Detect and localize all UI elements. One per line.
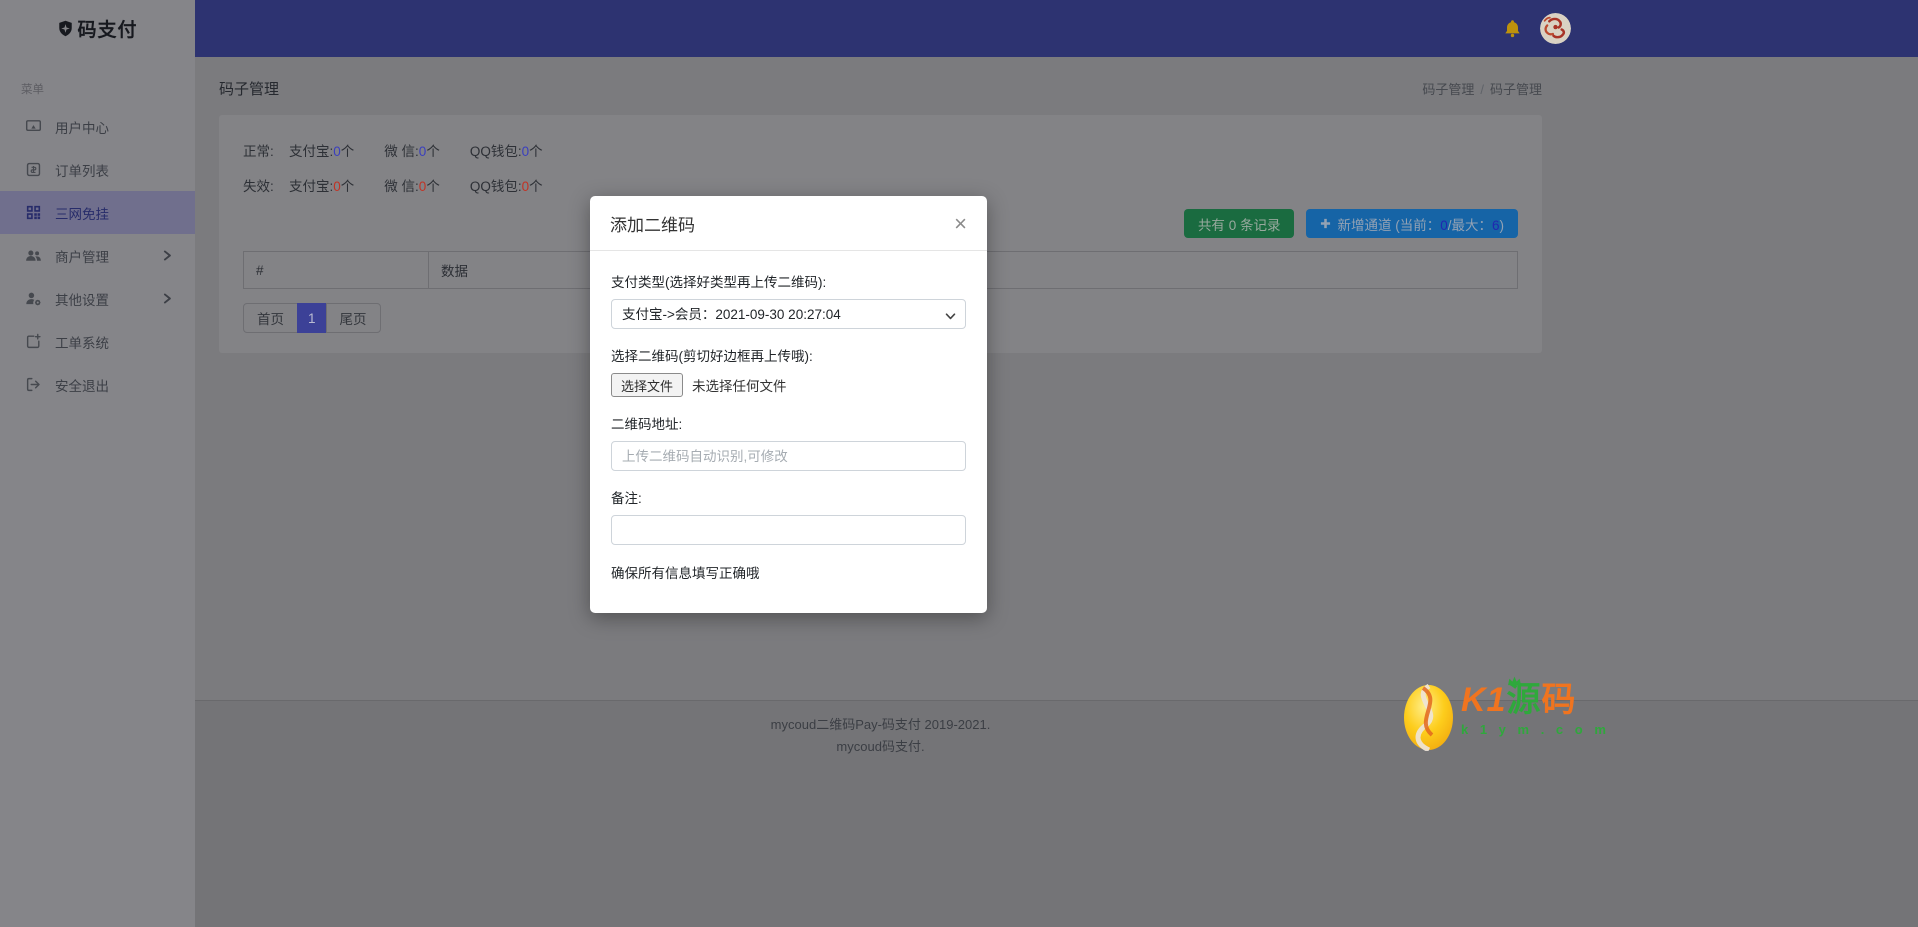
plus-icon <box>1320 218 1331 229</box>
current-channel-count: 0 <box>1440 217 1448 233</box>
note-input[interactable] <box>611 515 966 545</box>
sidebar-item-label: 三网免挂 <box>55 206 109 222</box>
stat-alipay-count: 0 <box>333 179 341 194</box>
stat-qq: QQ钱包:0个 <box>469 144 543 159</box>
user-avatar[interactable] <box>1540 13 1571 44</box>
sidebar-item-three-net[interactable]: 三网免挂 <box>0 191 195 234</box>
breadcrumb: 码子管理 / 码子管理 <box>1422 79 1542 98</box>
watermark-domain: k 1 y m . c o m <box>1461 722 1610 737</box>
monitor-icon <box>25 118 42 135</box>
stats-row-normal: 正常: 支付宝:0个 微 信:0个 QQ钱包:0个 <box>243 139 1518 161</box>
stat-alipay-count: 0 <box>333 144 341 159</box>
stat-qq: QQ钱包:0个 <box>469 179 543 194</box>
pagination-page-1[interactable]: 1 <box>297 303 327 333</box>
stat-qq-count: 0 <box>521 144 530 159</box>
ticket-icon <box>25 333 42 350</box>
qrcode-icon <box>25 204 42 221</box>
sidebar-item-label: 用户中心 <box>55 120 109 136</box>
logout-icon <box>25 376 42 393</box>
choose-file-button[interactable]: 选择文件 <box>611 373 684 397</box>
records-count-button[interactable]: 共有 0 条记录 <box>1183 209 1295 238</box>
breadcrumb-separator: / <box>1480 81 1484 97</box>
app-logo-text: 码支付 <box>77 20 138 41</box>
stat-row-label: 正常: <box>243 144 274 159</box>
sidebar-item-user-center[interactable]: 用户中心 <box>0 105 195 148</box>
qr-address-label: 二维码地址: <box>611 417 683 432</box>
k1-egg-logo-icon <box>1403 683 1454 753</box>
top-header <box>195 0 1918 57</box>
file-status-text: 未选择任何文件 <box>692 379 787 394</box>
max-channel-count: 6 <box>1491 217 1500 233</box>
main-content: 码子管理 码子管理 / 码子管理 正常: 支付宝:0个 微 信:0个 QQ钱包:0个… <box>195 57 1918 927</box>
stats-row-invalid: 失效: 支付宝:0个 微 信:0个 QQ钱包:0个 <box>243 174 1518 196</box>
stat-alipay: 支付宝:0个 <box>289 179 355 194</box>
crown-icon <box>1507 673 1522 686</box>
stat-wechat: 微 信:0个 <box>384 144 440 159</box>
page-title: 码子管理 <box>219 80 280 98</box>
user-gear-icon <box>25 290 42 307</box>
close-icon[interactable]: × <box>954 212 967 234</box>
shield-star-icon <box>57 20 74 37</box>
breadcrumb-current: 码子管理 <box>1489 81 1542 97</box>
app-window: 码支付 菜单 用户中心 订单列表 三网免挂 商户管理 其他设置 工单系统 安全退… <box>0 0 1918 927</box>
sidebar-item-ticket-system[interactable]: 工单系统 <box>0 320 195 363</box>
pagination: 首页 1 尾页 <box>243 303 381 333</box>
stat-wechat: 微 信:0个 <box>384 179 440 194</box>
sidebar-item-label: 其他设置 <box>55 292 109 308</box>
watermark: K1源码 k 1 y m . c o m <box>1403 677 1610 753</box>
footer-line-1: mycoud二维码Pay-码支付 2019-2021. <box>770 717 991 732</box>
pagination-last[interactable]: 尾页 <box>325 303 381 333</box>
stat-row-label: 失效: <box>243 179 274 194</box>
qr-address-input[interactable] <box>611 441 966 471</box>
add-qrcode-modal: 添加二维码 × 支付类型(选择好类型再上传二维码): 支付宝->会员：2021-… <box>590 196 987 613</box>
order-list-icon <box>25 161 42 178</box>
bell-icon[interactable] <box>1503 19 1522 38</box>
sidebar-item-label: 订单列表 <box>55 163 109 179</box>
sidebar-item-merchants[interactable]: 商户管理 <box>0 234 195 277</box>
qr-select-label: 选择二维码(剪切好边框再上传哦): <box>611 349 813 364</box>
sidebar-item-logout[interactable]: 安全退出 <box>0 363 195 406</box>
modal-hint-text: 确保所有信息填写正确哦 <box>611 566 760 581</box>
footer-line-2: mycoud码支付. <box>836 739 925 755</box>
note-label: 备注: <box>611 491 642 506</box>
stat-alipay: 支付宝:0个 <box>289 144 355 159</box>
chevron-right-icon <box>162 249 173 261</box>
stat-qq-count: 0 <box>521 179 530 194</box>
merchants-icon <box>25 247 42 264</box>
add-channel-label: 新增通道 (当前：0/最大：6) <box>1337 217 1504 233</box>
sidebar-item-order-list[interactable]: 订单列表 <box>0 148 195 191</box>
footer: mycoud二维码Pay-码支付 2019-2021. mycoud码支付. <box>195 700 1918 927</box>
sidebar-item-label: 工单系统 <box>55 335 109 351</box>
sidebar-item-label: 安全退出 <box>55 378 109 394</box>
column-header-index: # <box>243 251 429 289</box>
modal-title: 添加二维码 <box>610 216 695 235</box>
sidebar: 码支付 菜单 用户中心 订单列表 三网免挂 商户管理 其他设置 工单系统 安全退… <box>0 0 195 927</box>
pay-type-label: 支付类型(选择好类型再上传二维码): <box>611 275 827 290</box>
watermark-brand: K1源码 <box>1461 681 1577 719</box>
chevron-right-icon <box>162 292 173 304</box>
sidebar-item-label: 商户管理 <box>55 249 109 265</box>
pay-type-select[interactable]: 支付宝->会员：2021-09-30 20:27:04 <box>611 299 966 329</box>
pagination-first[interactable]: 首页 <box>243 303 298 333</box>
add-channel-button[interactable]: 新增通道 (当前：0/最大：6) <box>1306 209 1518 238</box>
app-logo[interactable]: 码支付 <box>0 0 195 57</box>
avatar-image <box>1540 13 1571 44</box>
sidebar-item-other-settings[interactable]: 其他设置 <box>0 277 195 320</box>
breadcrumb-parent[interactable]: 码子管理 <box>1422 82 1474 97</box>
menu-section-label: 菜单 <box>21 84 44 96</box>
